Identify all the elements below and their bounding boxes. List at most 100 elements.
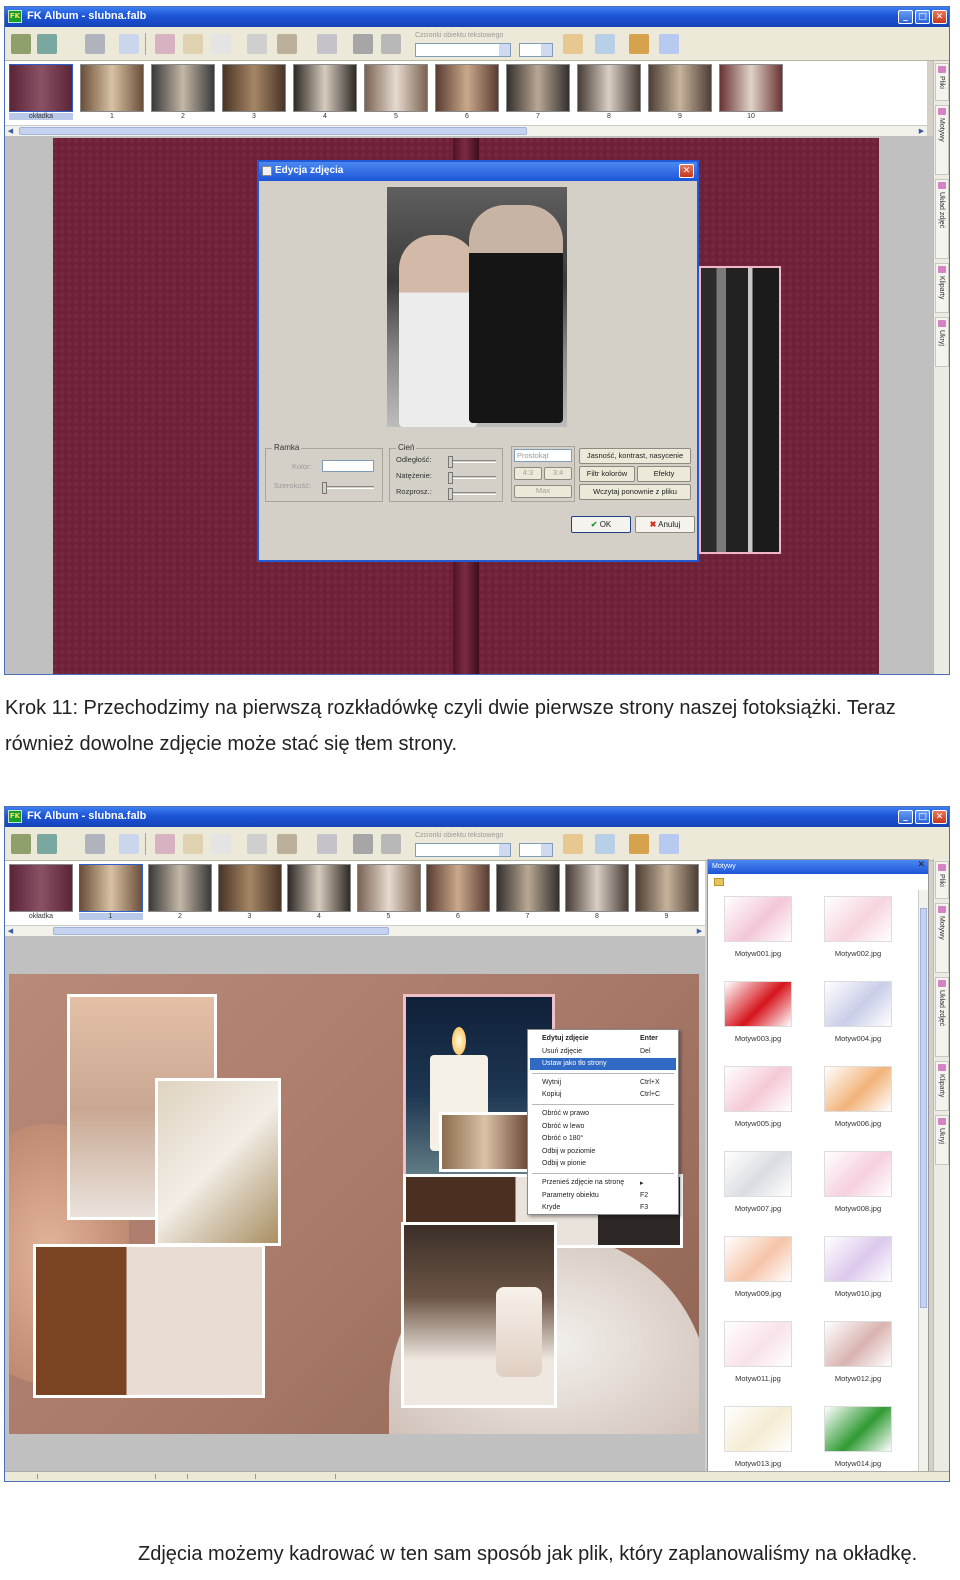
themes-scroll-thumb[interactable]: [920, 908, 927, 1308]
max-button[interactable]: Max: [514, 485, 572, 498]
title-bar[interactable]: FK FK Album - slubna.falb _ □ ✕: [5, 807, 949, 827]
minimize-button[interactable]: _: [898, 810, 913, 824]
page-thumbnail[interactable]: [495, 864, 560, 912]
shadow-distance-slider[interactable]: [448, 456, 496, 468]
page-thumbnail[interactable]: [148, 864, 212, 912]
photo-guests[interactable]: [439, 1112, 531, 1172]
send-back-icon[interactable]: [381, 34, 401, 54]
brush-icon[interactable]: [277, 834, 297, 854]
page-thumbnail[interactable]: [435, 64, 499, 112]
zoom-icon[interactable]: [119, 834, 139, 854]
minimize-button[interactable]: _: [898, 10, 913, 24]
context-menu-item[interactable]: Kryde F3: [530, 1202, 676, 1214]
theme-thumbnail[interactable]: [724, 1151, 792, 1197]
context-menu-item[interactable]: Edytuj zdjęcie Enter: [530, 1033, 676, 1045]
page-thumbnail[interactable]: [577, 64, 641, 112]
page-thumbnail[interactable]: [9, 864, 73, 912]
scroll-right-icon[interactable]: ▶: [694, 926, 705, 936]
help-icon[interactable]: [659, 834, 679, 854]
page-thumbnail[interactable]: [364, 64, 428, 112]
undo-icon[interactable]: [85, 834, 105, 854]
frame-color-field[interactable]: [322, 460, 374, 472]
context-menu-item[interactable]: Usuń zdjęcie Del: [530, 1046, 676, 1058]
close-button[interactable]: ✕: [932, 810, 947, 824]
side-tab-2[interactable]: Układ zdjęć: [935, 977, 949, 1057]
theme-thumbnail[interactable]: [724, 896, 792, 942]
side-tab-2[interactable]: Układ zdjęć: [935, 179, 949, 259]
shadow-intensity-slider[interactable]: [448, 472, 496, 484]
side-tab-3[interactable]: Kliparty: [935, 1061, 949, 1111]
size-combo[interactable]: [519, 43, 553, 57]
pencil-icon[interactable]: [183, 834, 203, 854]
photo-wedding-cake[interactable]: [401, 1222, 557, 1408]
theme-thumbnail[interactable]: [824, 1066, 892, 1112]
maximize-button[interactable]: □: [915, 810, 930, 824]
theme-thumbnail[interactable]: [824, 896, 892, 942]
preview-photo[interactable]: [387, 187, 567, 427]
effects-button[interactable]: Efekty: [637, 466, 691, 482]
side-tab-0[interactable]: Pliki: [935, 63, 949, 101]
open-icon[interactable]: [37, 34, 57, 54]
photo-bride-dressing-2[interactable]: [155, 1078, 281, 1246]
font-combo[interactable]: [415, 43, 511, 57]
folder-icon[interactable]: [714, 878, 724, 886]
side-tab-0[interactable]: Pliki: [935, 861, 949, 899]
context-menu-item[interactable]: Odbij w pionie: [530, 1158, 676, 1170]
basket-icon[interactable]: [629, 834, 649, 854]
side-tab-3[interactable]: Kliparty: [935, 263, 949, 313]
nav-arrows-icon[interactable]: [563, 34, 583, 54]
context-menu-item[interactable]: Przenieś zdjęcie na stronę ▸: [530, 1177, 676, 1189]
strip-scrollbar[interactable]: ◀ ▶: [5, 125, 927, 136]
calendar-icon[interactable]: [211, 834, 231, 854]
theme-thumbnail[interactable]: [724, 981, 792, 1027]
page-thumbnail[interactable]: [80, 64, 144, 112]
context-menu-item[interactable]: Wytnij Ctrl+X: [530, 1077, 676, 1089]
close-button[interactable]: ✕: [932, 10, 947, 24]
context-menu-item[interactable]: Parametry obiektu F2: [530, 1190, 676, 1202]
new-album-icon[interactable]: [11, 34, 31, 54]
pencil-icon[interactable]: [183, 34, 203, 54]
page-thumbnail[interactable]: [217, 864, 282, 912]
page-thumbnail[interactable]: [426, 864, 490, 912]
open-icon[interactable]: [37, 834, 57, 854]
right-page-photo[interactable]: [699, 266, 781, 554]
photo-bride-piano[interactable]: [33, 1244, 265, 1398]
context-menu-item[interactable]: Obróć w prawo: [530, 1108, 676, 1120]
scroll-thumb[interactable]: [53, 927, 389, 935]
page-thumbnail[interactable]: [634, 864, 699, 912]
nav-arrows-icon[interactable]: [563, 834, 583, 854]
frame-icon[interactable]: [155, 34, 175, 54]
scroll-left-icon[interactable]: ◀: [5, 926, 16, 936]
brightness-button[interactable]: Jasność, kontrast, nasycenie: [579, 448, 691, 464]
context-menu-item[interactable]: Obróć o 180°: [530, 1133, 676, 1145]
theme-thumbnail[interactable]: [824, 1406, 892, 1452]
page-thumbnail[interactable]: [565, 864, 629, 912]
page-thumbnail[interactable]: [151, 64, 215, 112]
context-menu-item[interactable]: Obróć w lewo: [530, 1121, 676, 1133]
dialog-close-icon[interactable]: ✕: [679, 164, 694, 178]
side-tab-1[interactable]: Motywy: [935, 903, 949, 973]
scissors-icon[interactable]: [317, 834, 337, 854]
page-thumbnail[interactable]: [287, 864, 351, 912]
side-tab-4[interactable]: Ukryj: [935, 1115, 949, 1165]
page-thumbnail[interactable]: [356, 864, 421, 912]
brush-icon[interactable]: [277, 34, 297, 54]
theme-thumbnail[interactable]: [724, 1321, 792, 1367]
themes-close-icon[interactable]: ✕: [917, 860, 925, 870]
scroll-thumb[interactable]: [19, 127, 527, 135]
context-menu-item[interactable]: Odbij w poziomie: [530, 1146, 676, 1158]
bring-front-icon[interactable]: [353, 34, 373, 54]
title-bar[interactable]: FK FK Album - slubna.falb _ □ ✕: [5, 7, 949, 27]
page-thumbnail[interactable]: [9, 64, 73, 112]
page-icon[interactable]: [247, 34, 267, 54]
strip-scrollbar[interactable]: ◀ ▶: [5, 925, 705, 936]
frame-icon[interactable]: [155, 834, 175, 854]
theme-thumbnail[interactable]: [824, 1321, 892, 1367]
zoom-icon[interactable]: [119, 34, 139, 54]
theme-thumbnail[interactable]: [824, 1236, 892, 1282]
reload-button[interactable]: Wczytaj ponownie z pliku: [579, 484, 691, 500]
theme-thumbnail[interactable]: [724, 1066, 792, 1112]
side-tab-4[interactable]: Ukryj: [935, 317, 949, 367]
page-thumbnail[interactable]: [222, 64, 286, 112]
page-thumbnail[interactable]: [719, 64, 783, 112]
